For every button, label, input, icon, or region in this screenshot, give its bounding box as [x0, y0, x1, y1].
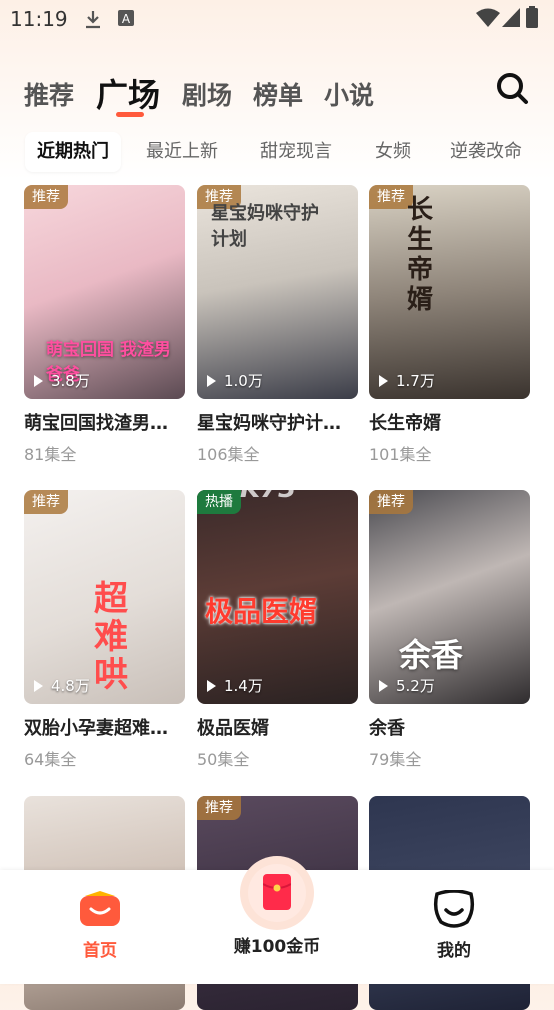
recommend-badge: 推荐 [24, 490, 68, 514]
drama-card[interactable]: 推荐 超难哄 4.8万 双胎小孕妻超难… 64集全 [24, 490, 185, 770]
hot-badge: 热播 [197, 490, 241, 514]
play-icon [379, 375, 388, 387]
clock: 11:19 [10, 7, 68, 31]
episode-count: 106集全 [197, 445, 260, 464]
nav-earn[interactable]: 赚100金币 [217, 932, 337, 957]
poster-image: 热播 极品医婿 1.4万 [197, 490, 358, 704]
nav-home[interactable]: 首页 [40, 890, 160, 961]
wifi-icon [476, 8, 500, 27]
battery-icon [526, 6, 538, 28]
play-icon [379, 680, 388, 692]
play-count: 1.0万 [207, 370, 263, 391]
nav-home-label: 首页 [83, 941, 117, 961]
play-count: 1.4万 [207, 675, 263, 696]
episode-count: 50集全 [197, 750, 250, 769]
poster-image: 推荐 余香 5.2万 [369, 490, 530, 704]
play-count: 4.8万 [34, 675, 90, 696]
search-icon[interactable] [494, 70, 530, 106]
episode-count: 79集全 [369, 750, 422, 769]
svg-text:A: A [122, 12, 131, 26]
play-icon [34, 375, 43, 387]
chip-new-release[interactable]: 最近上新 [146, 132, 218, 172]
play-count: 3.8万 [34, 370, 90, 391]
status-bar: 11:19 A [0, 0, 554, 38]
drama-title: 星宝妈咪守护计… [197, 413, 341, 434]
poster-image: 推荐 萌宝回国 我渣男爸爸 3.8万 [24, 185, 185, 399]
play-icon [207, 680, 216, 692]
tab-novel[interactable]: 小说 [324, 76, 374, 112]
chip-comeback[interactable]: 逆袭改命 [450, 132, 522, 172]
drama-card[interactable]: 推荐 星宝妈咪守护计划 1.0万 星宝妈咪守护计… 106集全 [197, 185, 358, 465]
signal-icon [502, 8, 520, 27]
episode-count: 101集全 [369, 445, 432, 464]
tab-ranking[interactable]: 榜单 [253, 76, 303, 112]
recommend-badge: 推荐 [197, 796, 241, 820]
poster-title: 长生帝婿 [407, 195, 434, 315]
play-count: 5.2万 [379, 675, 435, 696]
top-tab-bar: 推荐 广场 剧场 榜单 小说 [0, 70, 554, 120]
red-envelope-icon [263, 874, 291, 910]
home-tv-icon [80, 891, 120, 926]
nav-earn-label: 赚100金币 [233, 937, 321, 957]
chip-female[interactable]: 女频 [375, 132, 411, 172]
drama-title: 余香 [369, 718, 405, 739]
watermark-text: K73 [240, 474, 297, 504]
poster-image: 推荐 长生帝婿 1.7万 [369, 185, 530, 399]
a-badge-icon: A [118, 10, 134, 26]
drama-card[interactable]: 推荐 萌宝回国 我渣男爸爸 3.8万 萌宝回国找渣男… 81集全 [24, 185, 185, 465]
smile-face-icon [433, 889, 475, 928]
poster-title: 余香 [399, 636, 464, 674]
poster-title: 极品医婿 [205, 595, 318, 628]
drama-title: 长生帝婿 [369, 413, 441, 434]
poster-image: 推荐 超难哄 4.8万 [24, 490, 185, 704]
download-icon [86, 11, 100, 29]
episode-count: 81集全 [24, 445, 77, 464]
poster-image: 推荐 星宝妈咪守护计划 1.0万 [197, 185, 358, 399]
drama-title: 极品医婿 [197, 718, 269, 739]
drama-title: 萌宝回国找渣男… [24, 413, 168, 434]
category-chips: 近期热门 最近上新 甜宠现言 女频 逆袭改命 [0, 132, 554, 174]
episode-count: 64集全 [24, 750, 77, 769]
play-icon [207, 375, 216, 387]
chip-recent-hot[interactable]: 近期热门 [25, 132, 121, 172]
poster-title: 超难哄 [94, 579, 128, 695]
drama-card[interactable]: 推荐 余香 5.2万 余香 79集全 [369, 490, 530, 770]
recommend-badge: 推荐 [24, 185, 68, 209]
active-tab-indicator [116, 112, 144, 117]
play-count: 1.7万 [379, 370, 435, 391]
tab-theater[interactable]: 剧场 [182, 76, 232, 112]
nav-mine[interactable]: 我的 [394, 889, 514, 961]
nav-mine-label: 我的 [437, 941, 471, 961]
drama-title: 双胎小孕妻超难… [24, 718, 168, 739]
drama-card[interactable]: 推荐 长生帝婿 1.7万 长生帝婿 101集全 [369, 185, 530, 465]
chip-sweet-romance[interactable]: 甜宠现言 [260, 132, 332, 172]
drama-card[interactable]: 热播 极品医婿 1.4万 极品医婿 50集全 [197, 490, 358, 770]
tab-recommend[interactable]: 推荐 [24, 76, 74, 112]
play-icon [34, 680, 43, 692]
poster-title: 星宝妈咪守护计划 [211, 203, 319, 250]
earn-coins-button[interactable] [240, 856, 314, 930]
tab-square[interactable]: 广场 [96, 70, 160, 116]
recommend-badge: 推荐 [369, 490, 413, 514]
